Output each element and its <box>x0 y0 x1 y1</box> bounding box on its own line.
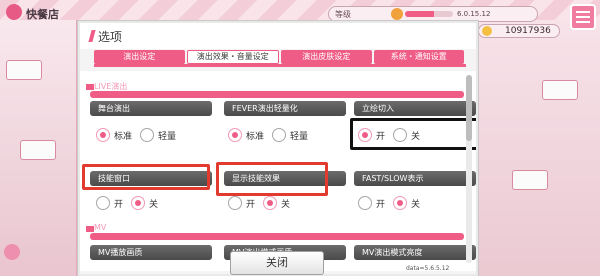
level-progress-bar <box>405 11 453 17</box>
skill-effect-radio-group: 开 关 <box>228 195 298 211</box>
coin-value: 10917936 <box>505 26 551 36</box>
skill-window-radio-group: 开 关 <box>96 195 166 211</box>
fast-slow-radio-group: 开 关 <box>358 195 428 211</box>
radio-label: 轻量 <box>290 131 309 142</box>
crown-icon <box>86 226 94 232</box>
option-fast-slow: FAST/SLOW表示 <box>354 171 476 186</box>
radio-on[interactable] <box>228 196 242 210</box>
radio-label: 关 <box>281 199 291 210</box>
radio-label: 标准 <box>114 131 133 142</box>
dialog-title: 选项 <box>98 30 123 44</box>
menu-icon-line <box>576 21 590 23</box>
highlight-box-cut-in <box>350 118 476 150</box>
radio-label: 轻量 <box>158 131 177 142</box>
radio-light[interactable] <box>272 128 287 142</box>
option-stage-performance: 舞台演出 <box>90 101 212 116</box>
option-mv-quality: MV播放画质 <box>90 245 212 260</box>
coin-icon <box>482 26 492 36</box>
menu-icon-line <box>576 11 590 13</box>
option-fever-light: FEVER演出轻量化 <box>224 101 346 116</box>
radio-label: 开 <box>376 199 386 210</box>
flower-decoration <box>4 244 20 260</box>
level-pill: 等级 6.0.15.12 <box>328 6 538 22</box>
level-value: 6.0.15.12 <box>457 10 491 18</box>
section-mv-bar <box>90 233 464 240</box>
fever-light-radio-group: 标准 轻量 <box>228 127 316 143</box>
level-label: 等级 <box>335 10 351 19</box>
tab-performance-settings[interactable]: 演出设定 <box>94 50 185 64</box>
shelf-tag <box>20 140 56 160</box>
radio-off[interactable] <box>263 196 278 210</box>
store-name: 快餐店 <box>26 8 59 21</box>
dialog-titlebar: 选项 <box>80 23 476 49</box>
scrollbar[interactable] <box>466 75 472 263</box>
radio-standard[interactable] <box>96 128 110 142</box>
radio-label: 标准 <box>246 131 265 142</box>
highlight-box-skill-window <box>82 164 210 190</box>
title-accent-icon <box>88 30 96 42</box>
tab-effects-volume[interactable]: 演出效果・音量设定 <box>186 50 279 64</box>
close-button[interactable]: 关闭 <box>230 251 324 275</box>
radio-light[interactable] <box>140 128 155 142</box>
tab-system-notifications[interactable]: 系统・通知设置 <box>373 50 464 64</box>
scroll-thumb[interactable] <box>466 75 472 141</box>
left-shelf <box>0 20 78 276</box>
shelf-tag <box>512 170 548 190</box>
menu-icon-line <box>576 16 590 18</box>
rank-icon <box>391 8 403 20</box>
store-icon <box>6 4 22 20</box>
tab-bar: 演出设定 演出效果・音量设定 演出皮肤设定 系统・通知设置 <box>94 50 466 64</box>
shelf-tag <box>542 80 578 100</box>
section-mv-label: MV <box>94 223 107 232</box>
highlight-box-skill-effect <box>216 162 328 196</box>
section-live-bar <box>90 91 464 98</box>
radio-standard[interactable] <box>228 128 242 142</box>
crown-icon <box>86 84 94 90</box>
shelf-tag <box>6 60 42 80</box>
radio-off[interactable] <box>131 196 146 210</box>
option-cut-in: 立绘切入 <box>354 101 476 116</box>
right-shelf <box>470 20 600 276</box>
radio-label: 关 <box>411 199 421 210</box>
tab-underline <box>94 64 466 67</box>
option-mv-mode-brightness: MV演出模式亮度 <box>354 245 476 260</box>
options-content: LIVE演出 舞台演出 标准 轻量 FEVER演出轻量化 标准 轻量 立绘切入 … <box>80 71 476 271</box>
radio-on[interactable] <box>358 196 372 210</box>
radio-on[interactable] <box>96 196 110 210</box>
radio-off[interactable] <box>393 196 408 210</box>
version-text: data=5.6.5.12 <box>406 265 450 272</box>
tab-skin-settings[interactable]: 演出皮肤设定 <box>281 50 372 64</box>
options-dialog: 选项 演出设定 演出效果・音量设定 演出皮肤设定 系统・通知设置 LIVE演出 … <box>78 21 478 276</box>
radio-label: 关 <box>149 199 159 210</box>
radio-label: 开 <box>246 199 256 210</box>
radio-label: 开 <box>114 199 124 210</box>
menu-button[interactable] <box>570 4 596 30</box>
stage-performance-radio-group: 标准 轻量 <box>96 127 184 143</box>
coin-counter: 10917936 <box>478 24 560 38</box>
level-progress-fill <box>405 11 434 17</box>
